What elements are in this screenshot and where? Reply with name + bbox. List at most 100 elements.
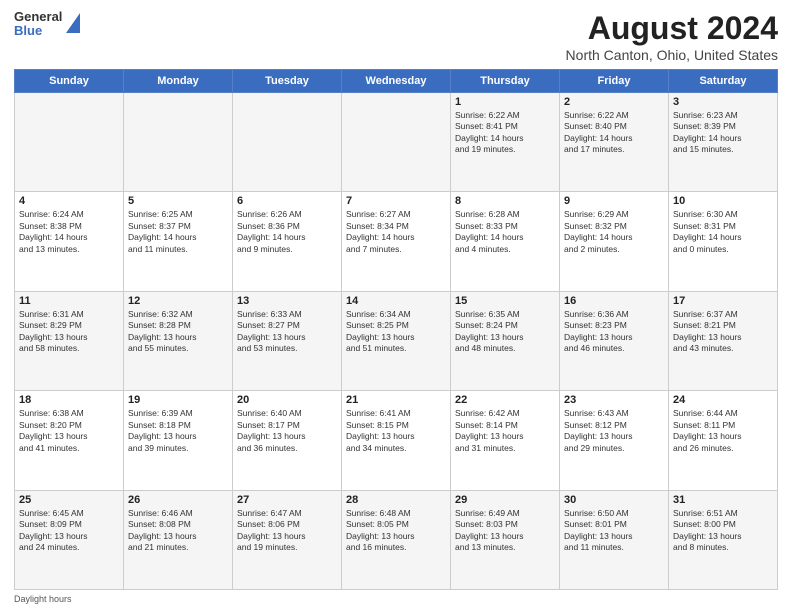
day-info: Sunrise: 6:32 AM Sunset: 8:28 PM Dayligh… xyxy=(128,309,228,355)
day-number: 19 xyxy=(128,394,228,406)
day-info: Sunrise: 6:39 AM Sunset: 8:18 PM Dayligh… xyxy=(128,408,228,454)
day-cell: 9 Sunrise: 6:29 AM Sunset: 8:32 PM Daylig… xyxy=(560,192,669,291)
day-cell: 5 Sunrise: 6:25 AM Sunset: 8:37 PM Daylig… xyxy=(124,192,233,291)
day-cell: 11Sunrise: 6:31 AM Sunset: 8:29 PM Dayli… xyxy=(15,291,124,390)
day-info: Sunrise: 6:28 AM Sunset: 8:33 PM Dayligh… xyxy=(455,209,555,255)
day-cell xyxy=(15,93,124,192)
day-number: 3 xyxy=(673,96,773,108)
day-number: 2 xyxy=(564,96,664,108)
day-info: Sunrise: 6:24 AM Sunset: 8:38 PM Dayligh… xyxy=(19,209,119,255)
header-cell-thursday: Thursday xyxy=(451,70,560,93)
day-info: Sunrise: 6:22 AM Sunset: 8:40 PM Dayligh… xyxy=(564,110,664,156)
page: General Blue August 2024 North Canton, O… xyxy=(0,0,792,612)
day-cell: 8 Sunrise: 6:28 AM Sunset: 8:33 PM Daylig… xyxy=(451,192,560,291)
day-cell xyxy=(342,93,451,192)
day-number: 8 xyxy=(455,195,555,207)
day-info: Sunrise: 6:29 AM Sunset: 8:32 PM Dayligh… xyxy=(564,209,664,255)
day-cell: 17 Sunrise: 6:37 AM Sunset: 8:21 PM Dayli… xyxy=(669,291,778,390)
day-info: Sunrise: 6:31 AM Sunset: 8:29 PM Dayligh… xyxy=(19,309,119,355)
day-number: 21 xyxy=(346,394,446,406)
day-info: Sunrise: 6:36 AM Sunset: 8:23 PM Dayligh… xyxy=(564,309,664,355)
day-info: Sunrise: 6:38 AM Sunset: 8:20 PM Dayligh… xyxy=(19,408,119,454)
day-cell: 6Sunrise: 6:26 AM Sunset: 8:36 PM Daylig… xyxy=(233,192,342,291)
header-cell-saturday: Saturday xyxy=(669,70,778,93)
day-number: 9 xyxy=(564,195,664,207)
day-number: 29 xyxy=(455,494,555,506)
day-number: 25 xyxy=(19,494,119,506)
day-info: Sunrise: 6:47 AM Sunset: 8:06 PM Dayligh… xyxy=(237,508,337,554)
week-row-3: 11Sunrise: 6:31 AM Sunset: 8:29 PM Dayli… xyxy=(15,291,778,390)
footer: Daylight hours xyxy=(14,594,778,604)
week-row-4: 18 Sunrise: 6:38 AM Sunset: 8:20 PM Dayli… xyxy=(15,391,778,490)
day-cell: 24Sunrise: 6:44 AM Sunset: 8:11 PM Dayli… xyxy=(669,391,778,490)
day-info: Sunrise: 6:22 AM Sunset: 8:41 PM Dayligh… xyxy=(455,110,555,156)
day-number: 23 xyxy=(564,394,664,406)
day-number: 30 xyxy=(564,494,664,506)
day-number: 18 xyxy=(19,394,119,406)
day-number: 22 xyxy=(455,394,555,406)
day-number: 20 xyxy=(237,394,337,406)
day-cell: 16 Sunrise: 6:36 AM Sunset: 8:23 PM Dayli… xyxy=(560,291,669,390)
page-subtitle: North Canton, Ohio, United States xyxy=(566,47,778,63)
title-area: August 2024 North Canton, Ohio, United S… xyxy=(566,10,778,63)
header-cell-sunday: Sunday xyxy=(15,70,124,93)
calendar-header: SundayMondayTuesdayWednesdayThursdayFrid… xyxy=(15,70,778,93)
day-number: 13 xyxy=(237,295,337,307)
header-cell-wednesday: Wednesday xyxy=(342,70,451,93)
day-cell: 13Sunrise: 6:33 AM Sunset: 8:27 PM Dayli… xyxy=(233,291,342,390)
day-number: 31 xyxy=(673,494,773,506)
day-info: Sunrise: 6:35 AM Sunset: 8:24 PM Dayligh… xyxy=(455,309,555,355)
logo-blue: Blue xyxy=(14,24,62,38)
day-cell: 21Sunrise: 6:41 AM Sunset: 8:15 PM Dayli… xyxy=(342,391,451,490)
day-info: Sunrise: 6:34 AM Sunset: 8:25 PM Dayligh… xyxy=(346,309,446,355)
day-cell: 22Sunrise: 6:42 AM Sunset: 8:14 PM Dayli… xyxy=(451,391,560,490)
day-cell: 14Sunrise: 6:34 AM Sunset: 8:25 PM Dayli… xyxy=(342,291,451,390)
day-cell: 1Sunrise: 6:22 AM Sunset: 8:41 PM Daylig… xyxy=(451,93,560,192)
day-number: 17 xyxy=(673,295,773,307)
day-cell: 29 Sunrise: 6:49 AM Sunset: 8:03 PM Dayli… xyxy=(451,490,560,589)
daylight-label: Daylight hours xyxy=(14,594,72,604)
day-cell: 28 Sunrise: 6:48 AM Sunset: 8:05 PM Dayli… xyxy=(342,490,451,589)
logo-text: General Blue xyxy=(14,10,62,39)
day-cell: 7 Sunrise: 6:27 AM Sunset: 8:34 PM Daylig… xyxy=(342,192,451,291)
header: General Blue August 2024 North Canton, O… xyxy=(14,10,778,63)
logo-general: General xyxy=(14,10,62,24)
day-cell: 30Sunrise: 6:50 AM Sunset: 8:01 PM Dayli… xyxy=(560,490,669,589)
day-cell: 31Sunrise: 6:51 AM Sunset: 8:00 PM Dayli… xyxy=(669,490,778,589)
header-cell-tuesday: Tuesday xyxy=(233,70,342,93)
day-cell xyxy=(233,93,342,192)
day-cell: 10Sunrise: 6:30 AM Sunset: 8:31 PM Dayli… xyxy=(669,192,778,291)
day-number: 12 xyxy=(128,295,228,307)
day-info: Sunrise: 6:37 AM Sunset: 8:21 PM Dayligh… xyxy=(673,309,773,355)
header-cell-friday: Friday xyxy=(560,70,669,93)
day-info: Sunrise: 6:26 AM Sunset: 8:36 PM Dayligh… xyxy=(237,209,337,255)
day-number: 7 xyxy=(346,195,446,207)
week-row-5: 25Sunrise: 6:45 AM Sunset: 8:09 PM Dayli… xyxy=(15,490,778,589)
day-info: Sunrise: 6:25 AM Sunset: 8:37 PM Dayligh… xyxy=(128,209,228,255)
day-number: 16 xyxy=(564,295,664,307)
day-cell: 12 Sunrise: 6:32 AM Sunset: 8:28 PM Dayli… xyxy=(124,291,233,390)
day-cell: 26 Sunrise: 6:46 AM Sunset: 8:08 PM Dayli… xyxy=(124,490,233,589)
calendar-body: 1Sunrise: 6:22 AM Sunset: 8:41 PM Daylig… xyxy=(15,93,778,590)
page-title: August 2024 xyxy=(566,10,778,47)
logo-triangle-icon xyxy=(66,13,80,33)
day-cell: 18 Sunrise: 6:38 AM Sunset: 8:20 PM Dayli… xyxy=(15,391,124,490)
day-cell: 20Sunrise: 6:40 AM Sunset: 8:17 PM Dayli… xyxy=(233,391,342,490)
day-info: Sunrise: 6:43 AM Sunset: 8:12 PM Dayligh… xyxy=(564,408,664,454)
day-number: 5 xyxy=(128,195,228,207)
day-cell: 27Sunrise: 6:47 AM Sunset: 8:06 PM Dayli… xyxy=(233,490,342,589)
day-number: 26 xyxy=(128,494,228,506)
day-cell: 19 Sunrise: 6:39 AM Sunset: 8:18 PM Dayli… xyxy=(124,391,233,490)
day-cell: 15Sunrise: 6:35 AM Sunset: 8:24 PM Dayli… xyxy=(451,291,560,390)
day-info: Sunrise: 6:46 AM Sunset: 8:08 PM Dayligh… xyxy=(128,508,228,554)
day-cell xyxy=(124,93,233,192)
day-info: Sunrise: 6:49 AM Sunset: 8:03 PM Dayligh… xyxy=(455,508,555,554)
day-info: Sunrise: 6:27 AM Sunset: 8:34 PM Dayligh… xyxy=(346,209,446,255)
day-info: Sunrise: 6:48 AM Sunset: 8:05 PM Dayligh… xyxy=(346,508,446,554)
day-info: Sunrise: 6:23 AM Sunset: 8:39 PM Dayligh… xyxy=(673,110,773,156)
day-info: Sunrise: 6:44 AM Sunset: 8:11 PM Dayligh… xyxy=(673,408,773,454)
day-cell: 4Sunrise: 6:24 AM Sunset: 8:38 PM Daylig… xyxy=(15,192,124,291)
day-number: 28 xyxy=(346,494,446,506)
day-cell: 2 Sunrise: 6:22 AM Sunset: 8:40 PM Daylig… xyxy=(560,93,669,192)
day-info: Sunrise: 6:30 AM Sunset: 8:31 PM Dayligh… xyxy=(673,209,773,255)
